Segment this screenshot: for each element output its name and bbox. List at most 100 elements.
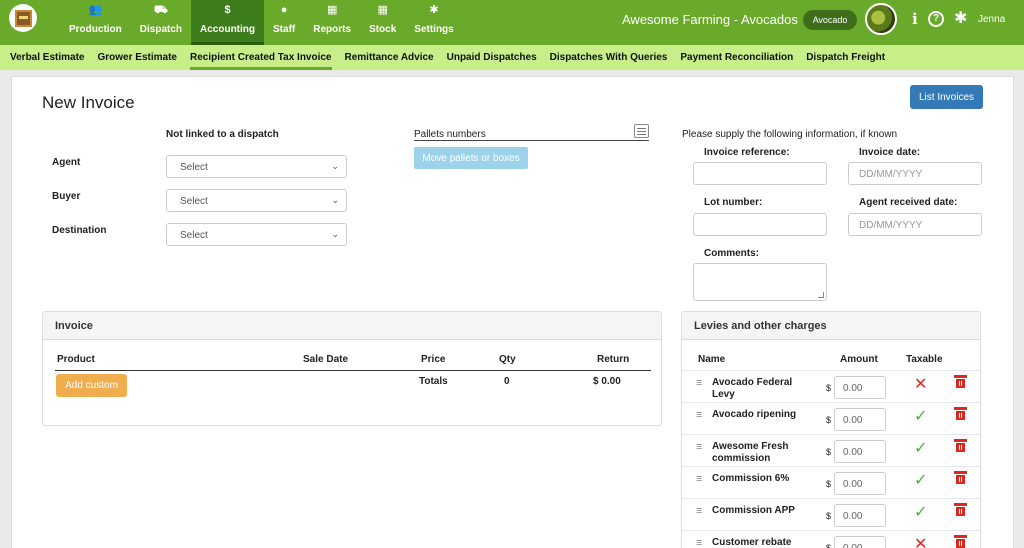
drag-handle-icon[interactable]: ≡ — [696, 473, 702, 485]
levy-name: Customer rebate — [712, 537, 792, 548]
check-icon[interactable]: ✓ — [914, 502, 927, 522]
currency-symbol: $ — [826, 511, 832, 521]
invoice-card-heading: Invoice — [43, 312, 661, 340]
gear-icon[interactable]: ✱ — [954, 10, 967, 28]
subnav-dispatches-with-queries[interactable]: Dispatches With Queries — [550, 45, 668, 70]
check-icon[interactable]: ✓ — [914, 438, 927, 458]
trash-icon[interactable] — [954, 375, 967, 388]
list-icon[interactable] — [634, 124, 649, 138]
nav-label: Accounting — [200, 24, 256, 35]
levy-amount-input[interactable]: 0.00 — [834, 440, 886, 463]
lot-number-label: Lot number: — [704, 197, 763, 208]
nav-dispatch[interactable]: ⛟ Dispatch — [131, 0, 191, 45]
crop-image — [865, 3, 897, 35]
nav-accounting[interactable]: $ Accounting — [191, 0, 265, 45]
comments-textarea[interactable] — [693, 263, 827, 301]
totals-return: $ 0.00 — [593, 376, 621, 387]
crop-selector[interactable]: Avocado — [803, 10, 857, 30]
subnav-dispatch-freight[interactable]: Dispatch Freight — [806, 45, 885, 70]
check-icon[interactable]: ✓ — [914, 406, 927, 426]
currency-symbol: $ — [826, 447, 832, 457]
levy-amount-input[interactable]: 0.00 — [834, 536, 886, 548]
drag-handle-icon[interactable]: ≡ — [696, 409, 702, 421]
nav-reports[interactable]: ▦ Reports — [304, 0, 360, 45]
drag-handle-icon[interactable]: ≡ — [696, 377, 702, 389]
subnav-recipient-created-tax-invoice[interactable]: Recipient Created Tax Invoice — [189, 45, 332, 70]
nav-label: Stock — [369, 24, 397, 35]
subnav-unpaid-dispatches[interactable]: Unpaid Dispatches — [447, 45, 537, 70]
levy-row: ≡ Awesome Fresh commission $0.00 ✓ — [682, 434, 980, 466]
levy-amount-input[interactable]: 0.00 — [834, 376, 886, 399]
trash-icon[interactable] — [954, 407, 967, 420]
lot-number-input[interactable] — [693, 213, 827, 236]
levy-name: Avocado Federal Levy — [712, 377, 793, 400]
nav-label: Settings — [414, 24, 454, 35]
trash-icon[interactable] — [954, 535, 967, 548]
buyer-select[interactable]: Select ⌄ — [166, 189, 347, 212]
invoice-date-input[interactable]: DD/MM/YYYY — [848, 162, 982, 185]
drag-handle-icon[interactable]: ≡ — [696, 505, 702, 517]
nav-label: Reports — [313, 24, 352, 35]
subnav-payment-reconciliation[interactable]: Payment Reconciliation — [680, 45, 793, 70]
cross-icon[interactable]: ✕ — [914, 374, 927, 394]
nav-settings[interactable]: ✱ Settings — [405, 0, 462, 45]
add-custom-button[interactable]: Add custom — [56, 374, 127, 397]
nav-label: Staff — [273, 24, 296, 35]
currency-symbol: $ — [826, 543, 832, 548]
drag-handle-icon[interactable]: ≡ — [696, 537, 702, 548]
levy-row: ≡ Avocado Federal Levy $0.00 ✕ — [682, 370, 980, 402]
drag-handle-icon[interactable]: ≡ — [696, 441, 702, 453]
totals-label: Totals — [419, 376, 448, 387]
taxable-column-header: Taxable — [906, 354, 943, 365]
nav-stock[interactable]: ▦ Stock — [360, 0, 405, 45]
app-logo[interactable] — [9, 4, 37, 32]
trash-icon[interactable] — [954, 471, 967, 484]
info-icon[interactable]: i — [912, 10, 918, 28]
levies-card: Levies and other charges Name Amount Tax… — [681, 311, 981, 548]
invoice-panel: New Invoice List Invoices Not linked to … — [11, 76, 1014, 548]
move-pallets-button[interactable]: Move pallets or boxes — [414, 147, 528, 169]
check-icon[interactable]: ✓ — [914, 470, 927, 490]
levy-name: Commission 6% — [712, 473, 790, 484]
truck-icon: ⛟ — [153, 4, 168, 16]
levy-amount-input[interactable]: 0.00 — [834, 408, 886, 431]
levies-card-heading: Levies and other charges — [682, 312, 980, 340]
list-invoices-button[interactable]: List Invoices — [910, 85, 983, 109]
nav-label: Dispatch — [139, 24, 183, 35]
nav-label: Production — [69, 24, 122, 35]
not-linked-label: Not linked to a dispatch — [166, 129, 279, 140]
levy-row: ≡ Customer rebate $0.00 ✕ — [682, 530, 980, 548]
destination-select-value: Select — [180, 230, 208, 241]
levy-row: ≡ Commission APP $0.00 ✓ — [682, 498, 980, 530]
trash-icon[interactable] — [954, 503, 967, 516]
price-column-header: Price — [421, 354, 446, 365]
comments-label: Comments: — [704, 248, 760, 259]
levy-name: Avocado ripening — [712, 409, 797, 420]
nav-production[interactable]: 👥 Production — [60, 0, 131, 45]
grid-icon: ▦ — [377, 4, 388, 16]
qty-column-header: Qty — [499, 354, 516, 365]
product-column-header: Product — [57, 354, 95, 365]
agent-received-date-input[interactable]: DD/MM/YYYY — [848, 213, 982, 236]
nav-staff[interactable]: ● Staff — [264, 0, 304, 45]
farm-title[interactable]: Awesome Farming - Avocados — [622, 12, 798, 27]
subnav-grower-estimate[interactable]: Grower Estimate — [97, 45, 176, 70]
trash-icon[interactable] — [954, 439, 967, 452]
levy-amount-input[interactable]: 0.00 — [834, 472, 886, 495]
destination-select[interactable]: Select ⌄ — [166, 223, 347, 246]
agent-select[interactable]: Select ⌄ — [166, 155, 347, 178]
chevron-down-icon: ⌄ — [331, 161, 339, 171]
user-name[interactable]: Jenna — [978, 14, 1005, 25]
help-icon[interactable]: ? — [928, 11, 944, 27]
sale-date-column-header: Sale Date — [303, 354, 349, 365]
invoice-reference-input[interactable] — [693, 162, 827, 185]
subnav-verbal-estimate[interactable]: Verbal Estimate — [10, 45, 84, 70]
chevron-down-icon: ⌄ — [331, 195, 339, 205]
invoice-reference-label: Invoice reference: — [704, 147, 790, 158]
agent-select-value: Select — [180, 162, 208, 173]
sub-nav: Verbal Estimate Grower Estimate Recipient … — [0, 45, 1024, 70]
cross-icon[interactable]: ✕ — [914, 534, 927, 548]
levy-amount-input[interactable]: 0.00 — [834, 504, 886, 527]
subnav-remittance-advice[interactable]: Remittance Advice — [345, 45, 434, 70]
chevron-down-icon: ⌄ — [331, 229, 339, 239]
